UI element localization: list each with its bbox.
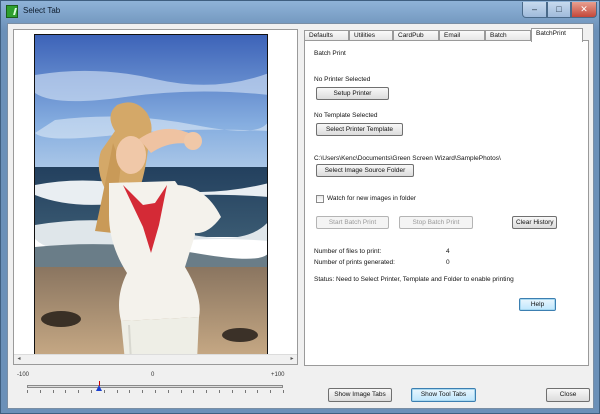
slider-min-label: -100 xyxy=(17,372,30,378)
image-preview-pane: ◂ ▸ xyxy=(13,29,298,365)
slider-ticks xyxy=(27,390,284,394)
maximize-button[interactable]: □ xyxy=(547,2,571,18)
template-status-label: No Template Selected xyxy=(314,112,378,119)
slider-tick xyxy=(283,390,284,393)
slider-tick xyxy=(129,390,131,393)
printer-status-label: No Printer Selected xyxy=(314,76,371,83)
slider-mid-label: 0 xyxy=(151,372,155,378)
slider-tick xyxy=(193,390,195,393)
slider-tick xyxy=(244,390,246,393)
source-folder-path: C:\Users\Kenc\Documents\Green Screen Wiz… xyxy=(314,155,501,162)
preview-photo xyxy=(34,34,268,360)
slider-tick xyxy=(91,390,92,393)
app-window: Select Tab – □ ✕ ◂ ▸ -100 0 +100 Default… xyxy=(0,0,600,414)
slider-tick xyxy=(78,390,80,393)
help-button[interactable]: Help xyxy=(519,298,556,311)
slider-tick xyxy=(27,390,28,393)
slider-tick xyxy=(219,390,220,393)
adjustment-slider[interactable]: -100 0 +100 xyxy=(13,372,298,402)
slider-track[interactable] xyxy=(27,385,283,388)
stop-batch-print-button[interactable]: Stop Batch Print xyxy=(399,216,473,229)
beach-photo-graphic xyxy=(35,35,267,359)
title-bar[interactable]: Select Tab – □ ✕ xyxy=(1,1,599,23)
watch-folder-checkbox[interactable] xyxy=(316,195,324,203)
slider-tick xyxy=(231,390,233,393)
batchprint-panel: Batch Print No Printer Selected Setup Pr… xyxy=(304,40,589,366)
tab-batchprint[interactable]: BatchPrint xyxy=(531,28,583,42)
minimize-button[interactable]: – xyxy=(522,2,547,18)
status-message: Status: Need to Select Printer, Template… xyxy=(314,276,514,283)
files-to-print-value: 4 xyxy=(446,248,450,255)
preview-horizontal-scrollbar[interactable]: ◂ ▸ xyxy=(14,354,297,364)
setup-printer-button[interactable]: Setup Printer xyxy=(316,87,389,100)
window-title: Select Tab xyxy=(23,6,61,15)
slider-tick xyxy=(180,390,182,393)
start-batch-print-button[interactable]: Start Batch Print xyxy=(316,216,389,229)
show-tool-tabs-button[interactable]: Show Tool Tabs xyxy=(411,388,476,402)
close-button[interactable]: Close xyxy=(546,388,590,402)
watch-folder-label: Watch for new images in folder xyxy=(327,195,416,202)
slider-tick xyxy=(206,390,208,393)
slider-tick xyxy=(142,390,144,393)
panel-heading: Batch Print xyxy=(314,50,346,57)
slider-tick xyxy=(65,390,67,393)
slider-tick xyxy=(155,390,156,393)
slider-tick xyxy=(103,390,105,393)
slider-tick xyxy=(257,390,259,393)
slider-thumb-arrow-icon xyxy=(96,385,103,391)
client-area: ◂ ▸ -100 0 +100 Defaults Utilities CardP… xyxy=(7,23,594,409)
scroll-left-icon[interactable]: ◂ xyxy=(14,355,24,364)
slider-tick xyxy=(167,390,169,393)
slider-max-label: +100 xyxy=(271,372,285,378)
close-window-button[interactable]: ✕ xyxy=(571,2,597,18)
prints-generated-value: 0 xyxy=(446,259,450,266)
slider-tick xyxy=(52,390,54,393)
show-image-tabs-button[interactable]: Show Image Tabs xyxy=(328,388,392,402)
prints-generated-label: Number of prints generated: xyxy=(314,259,395,266)
slider-tick xyxy=(39,390,41,393)
select-printer-template-button[interactable]: Select Printer Template xyxy=(316,123,403,136)
clear-history-button[interactable]: Clear History xyxy=(512,216,557,229)
scroll-right-icon[interactable]: ▸ xyxy=(287,355,297,364)
select-image-source-folder-button[interactable]: Select Image Source Folder xyxy=(316,164,414,177)
green-screen-wizard-app-icon xyxy=(6,5,18,18)
slider-tick xyxy=(116,390,118,393)
files-to-print-label: Number of files to print: xyxy=(314,248,382,255)
slider-thumb[interactable] xyxy=(96,381,103,391)
slider-tick xyxy=(270,390,272,393)
